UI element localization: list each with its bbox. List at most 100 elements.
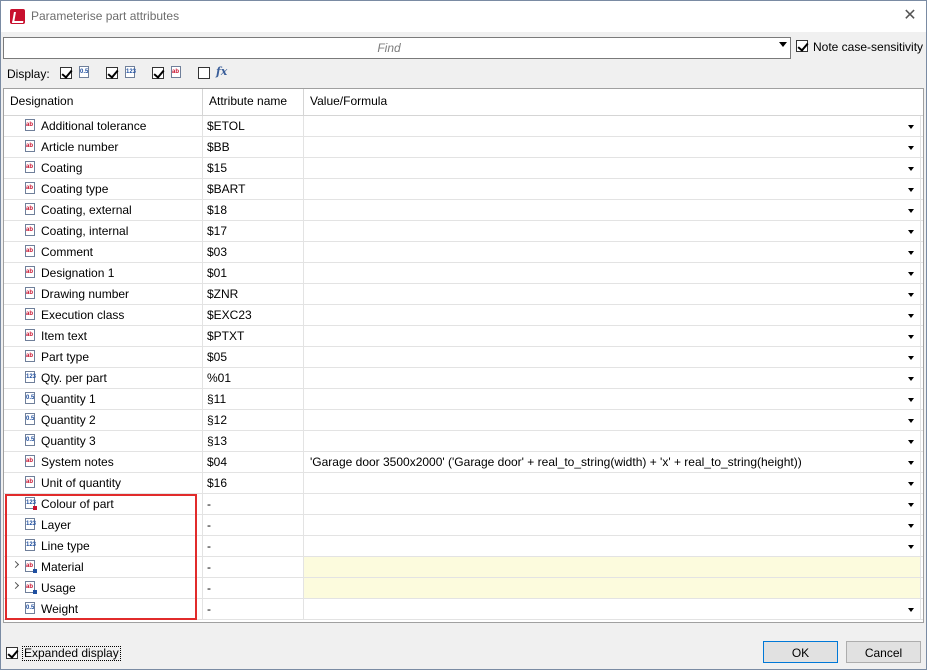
value-formula-cell[interactable] [304, 368, 921, 388]
table-row[interactable]: ab Drawing number $ZNR [4, 284, 923, 305]
find-field[interactable] [3, 37, 791, 59]
value-formula-cell[interactable] [304, 284, 921, 304]
value-formula-cell[interactable] [304, 599, 921, 619]
table-row[interactable]: ab Coating type $BART [4, 179, 923, 200]
designation-text: Coating type [41, 182, 109, 196]
find-input[interactable] [4, 38, 774, 58]
value-dropdown-arrow-icon[interactable] [908, 272, 914, 276]
value-dropdown-arrow-icon[interactable] [908, 293, 914, 297]
value-dropdown-arrow-icon[interactable] [908, 398, 914, 402]
table-row[interactable]: 0.5 Weight - [4, 599, 923, 620]
value-formula-cell[interactable] [304, 200, 921, 220]
text-attribute-icon: ab [24, 581, 37, 594]
value-formula-cell[interactable] [304, 515, 921, 535]
table-row[interactable]: ab Usage - [4, 578, 923, 599]
value-formula-cell[interactable] [304, 242, 921, 262]
designation-text: Quantity 1 [41, 392, 96, 406]
value-dropdown-arrow-icon[interactable] [908, 167, 914, 171]
value-formula-cell[interactable] [304, 536, 921, 556]
table-row[interactable]: 0.5 Quantity 2 §12 [4, 410, 923, 431]
value-formula-cell[interactable] [304, 326, 921, 346]
expand-chevron-icon[interactable] [11, 581, 20, 590]
table-row[interactable]: ab Material - [4, 557, 923, 578]
table-row[interactable]: ab Coating $15 [4, 158, 923, 179]
table-row[interactable]: ab Part type $05 [4, 347, 923, 368]
table-row[interactable]: ab Comment $03 [4, 242, 923, 263]
value-formula-cell[interactable] [304, 389, 921, 409]
designation-cell: ab Coating [4, 158, 203, 178]
table-row[interactable]: ab Coating, internal $17 [4, 221, 923, 242]
ok-button[interactable]: OK [763, 641, 838, 663]
value-dropdown-arrow-icon[interactable] [908, 419, 914, 423]
value-formula-cell[interactable] [304, 116, 921, 136]
designation-cell: ab System notes [4, 452, 203, 472]
designation-text: Item text [41, 329, 88, 343]
value-dropdown-arrow-icon[interactable] [908, 608, 914, 612]
value-dropdown-arrow-icon[interactable] [908, 524, 914, 528]
column-header-attribute-name[interactable]: Attribute name [203, 89, 304, 115]
text-attribute-icon: ab [24, 182, 37, 195]
value-dropdown-arrow-icon[interactable] [908, 482, 914, 486]
value-formula-cell[interactable] [304, 557, 921, 577]
value-formula-cell[interactable] [304, 263, 921, 283]
expand-chevron-icon[interactable] [11, 560, 20, 569]
value-dropdown-arrow-icon[interactable] [908, 314, 914, 318]
value-formula-cell[interactable] [304, 158, 921, 178]
table-row[interactable]: ab System notes $04 'Garage door 3500x2000'… [4, 452, 923, 473]
value-dropdown-arrow-icon[interactable] [908, 251, 914, 255]
value-dropdown-arrow-icon[interactable] [908, 146, 914, 150]
value-formula-cell[interactable] [304, 494, 921, 514]
table-row[interactable]: ab Execution class $EXC23 [4, 305, 923, 326]
expanded-display-checkbox[interactable] [6, 647, 18, 659]
table-row[interactable]: ab Designation 1 $01 [4, 263, 923, 284]
table-row[interactable]: 0.5 Quantity 1 §11 [4, 389, 923, 410]
value-formula-cell[interactable] [304, 179, 921, 199]
value-formula-cell[interactable] [304, 137, 921, 157]
value-dropdown-arrow-icon[interactable] [908, 440, 914, 444]
value-formula-cell[interactable]: 'Garage door 3500x2000' ('Garage door' +… [304, 452, 921, 472]
table-row[interactable]: 123 Qty. per part %01 [4, 368, 923, 389]
value-formula-cell[interactable] [304, 578, 921, 598]
table-row[interactable]: ab Article number $BB [4, 137, 923, 158]
column-header-designation[interactable]: Designation [4, 89, 203, 115]
find-dropdown-arrow-icon[interactable] [779, 42, 787, 47]
value-dropdown-arrow-icon[interactable] [908, 377, 914, 381]
value-formula-cell[interactable] [304, 305, 921, 325]
note-case-sensitivity-checkbox[interactable] [796, 40, 808, 52]
value-dropdown-arrow-icon[interactable] [908, 125, 914, 129]
value-formula-cell[interactable] [304, 431, 921, 451]
close-icon[interactable]: ✕ [899, 5, 921, 27]
numeric-attribute-icon: 0.5 [24, 434, 37, 447]
value-dropdown-arrow-icon[interactable] [908, 230, 914, 234]
designation-text: Unit of quantity [41, 476, 122, 490]
title-bar: Parameterise part attributes ✕ [1, 1, 926, 32]
value-dropdown-arrow-icon[interactable] [908, 461, 914, 465]
table-row[interactable]: ab Additional tolerance $ETOL [4, 116, 923, 137]
value-dropdown-arrow-icon[interactable] [908, 188, 914, 192]
table-row[interactable]: ab Unit of quantity $16 [4, 473, 923, 494]
value-formula-cell[interactable] [304, 473, 921, 493]
display-catalogue-checkbox[interactable] [106, 67, 118, 79]
value-formula-cell[interactable] [304, 221, 921, 241]
table-row[interactable]: ab Item text $PTXT [4, 326, 923, 347]
value-formula-cell[interactable] [304, 347, 921, 367]
table-row[interactable]: 123 Colour of part - [4, 494, 923, 515]
value-dropdown-arrow-icon[interactable] [908, 209, 914, 213]
display-numeric-checkbox[interactable] [60, 67, 72, 79]
table-row[interactable]: 123 Layer - [4, 515, 923, 536]
designation-cell: ab Additional tolerance [4, 116, 203, 136]
table-row[interactable]: ab Coating, external $18 [4, 200, 923, 221]
numeric-attribute-icon: 0.5 [24, 413, 37, 426]
value-dropdown-arrow-icon[interactable] [908, 545, 914, 549]
value-dropdown-arrow-icon[interactable] [908, 335, 914, 339]
display-text-checkbox[interactable] [152, 67, 164, 79]
column-header-value-formula[interactable]: Value/Formula [304, 89, 923, 115]
designation-cell: ab Article number [4, 137, 203, 157]
table-row[interactable]: 0.5 Quantity 3 §13 [4, 431, 923, 452]
display-formula-checkbox[interactable] [198, 67, 210, 79]
value-formula-cell[interactable] [304, 410, 921, 430]
value-dropdown-arrow-icon[interactable] [908, 503, 914, 507]
value-dropdown-arrow-icon[interactable] [908, 356, 914, 360]
cancel-button[interactable]: Cancel [846, 641, 921, 663]
table-row[interactable]: 123 Line type - [4, 536, 923, 557]
